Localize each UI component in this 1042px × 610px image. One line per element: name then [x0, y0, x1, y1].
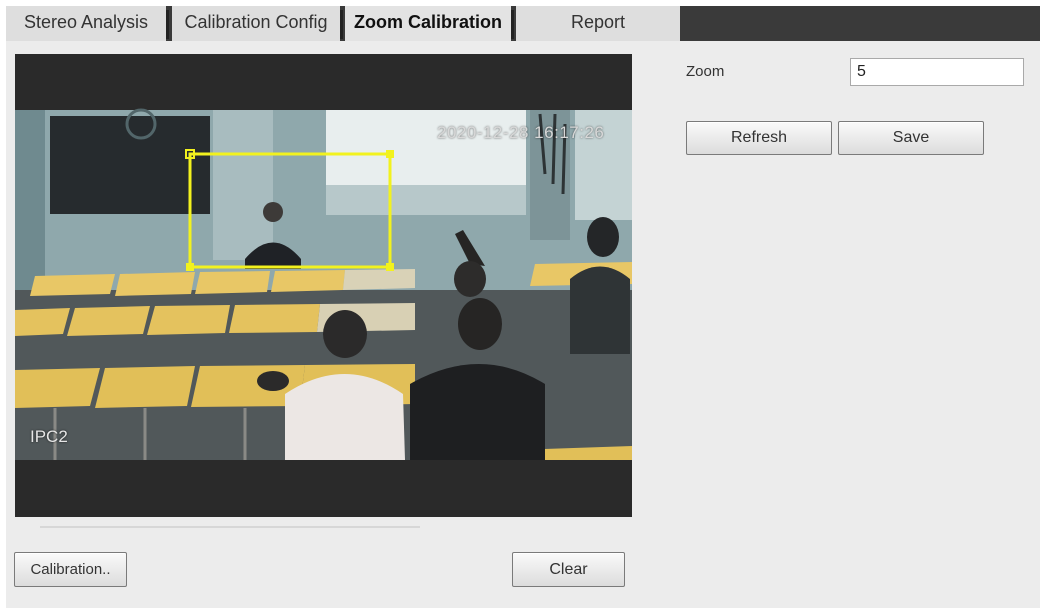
zoom-label: Zoom: [686, 63, 725, 80]
zoom-input[interactable]: 5: [850, 58, 1024, 86]
calibration-button[interactable]: Calibration..: [14, 552, 127, 587]
tab-calibration-config[interactable]: Calibration Config: [172, 6, 340, 41]
tab-separator: [511, 10, 514, 39]
video-timestamp: 2020-12-28 16:17:26: [437, 123, 605, 142]
tab-separator: [166, 10, 169, 39]
save-button[interactable]: Save: [838, 121, 984, 155]
refresh-button[interactable]: Refresh: [686, 121, 832, 155]
tab-bar: Stereo Analysis Calibration Config Zoom …: [6, 6, 1040, 41]
tab-separator: [340, 10, 343, 39]
clear-button[interactable]: Clear: [512, 552, 625, 587]
video-channel-label: IPC2: [30, 427, 68, 446]
tab-report[interactable]: Report: [516, 6, 680, 41]
tab-zoom-calibration[interactable]: Zoom Calibration: [345, 6, 511, 41]
tab-stereo-analysis[interactable]: Stereo Analysis: [6, 6, 166, 41]
video-progress-line: [40, 526, 420, 528]
